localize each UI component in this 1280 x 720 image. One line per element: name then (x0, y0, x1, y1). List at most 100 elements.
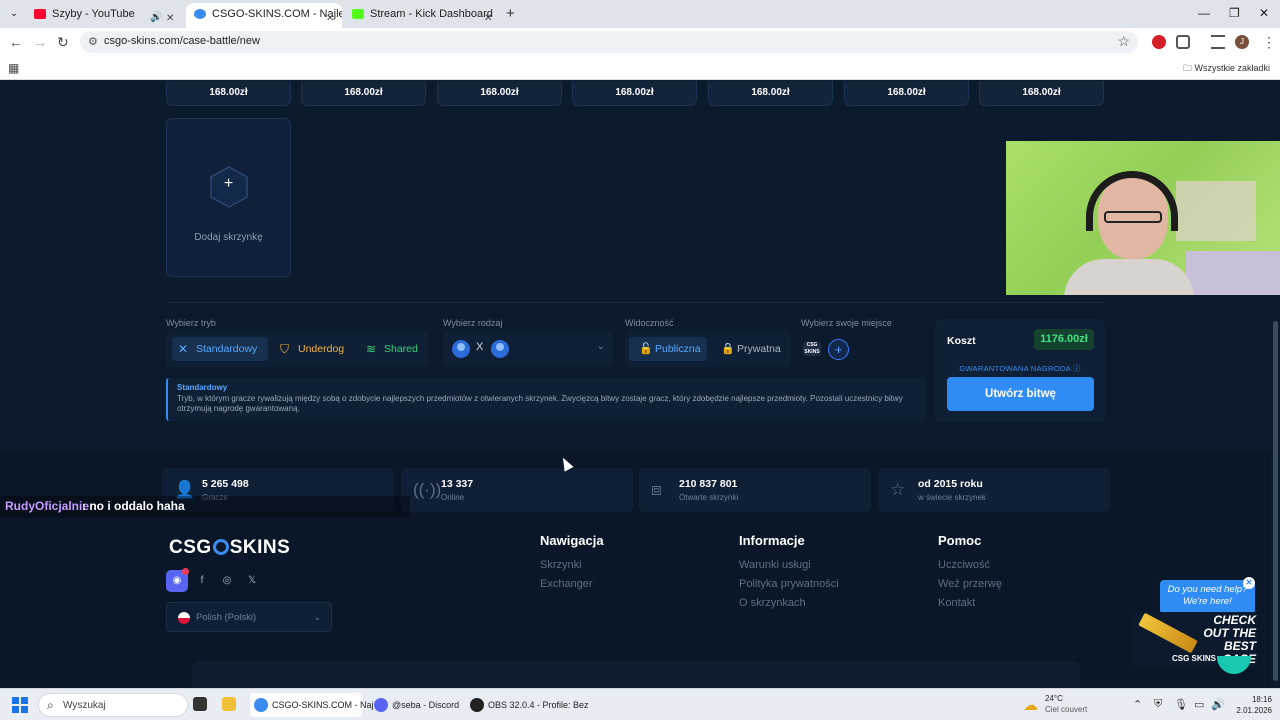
profile-avatar[interactable]: J (1235, 35, 1249, 49)
footer-link-contact[interactable]: Kontakt (938, 597, 975, 609)
stat-value: 210 837 801 (679, 478, 738, 490)
info-icon[interactable]: ⓘ (1073, 364, 1081, 373)
forward-arrow-icon[interactable]: → (33, 34, 47, 50)
mode-shared-button[interactable]: ≋ Shared (360, 337, 422, 361)
stat-online: ((·)) 13 337 Online (401, 468, 633, 512)
guaranteed-text: GWARANTOWANA NAGRODA (959, 364, 1071, 373)
help-chat-bubble[interactable]: Do you need help? We're here! (1160, 580, 1255, 614)
stat-label: Otwarte skrzynki (679, 493, 739, 502)
stat-value: 5 265 498 (202, 478, 249, 490)
reload-icon[interactable]: ↻ (57, 34, 69, 51)
case-price-tag: 168.00zł (437, 81, 562, 106)
promo-brand: CSG SKINS (1172, 654, 1217, 663)
taskbar-app-discord[interactable]: @seba - Discord (370, 693, 460, 717)
versus-icon: X (476, 341, 484, 353)
taskbar-app-browser[interactable]: CSGO-SKINS.COM - Naj (250, 693, 374, 717)
tray-chevron-up-icon[interactable]: ⌃ (1133, 698, 1142, 711)
facebook-icon[interactable]: f (191, 570, 213, 592)
speaker-icon[interactable]: 🔊 (150, 7, 162, 28)
create-battle-button[interactable]: Utwórz bitwę (947, 377, 1094, 411)
stat-value: 13 337 (441, 478, 474, 490)
new-tab-plus-icon[interactable]: + (506, 5, 515, 22)
taskbar-app-label: CSGO-SKINS.COM - Naj (272, 700, 374, 710)
clock-date: 2.01.2026 (1236, 706, 1272, 715)
case-price-tag: 168.00zł (844, 81, 969, 106)
webcam-overlay (1006, 141, 1280, 295)
footer-link-terms[interactable]: Warunki usługi (739, 559, 811, 571)
csgo-skins-logo[interactable]: CSG SKINS (169, 537, 290, 559)
minimize-icon[interactable]: — (1198, 6, 1210, 20)
tab-close-icon[interactable]: ✕ (484, 8, 492, 28)
bookmark-star-icon[interactable]: ☆ (1117, 33, 1130, 50)
taskbar-search[interactable]: ⌕ Wyszukaj (38, 693, 188, 717)
case-price-tag: 168.00zł (979, 81, 1104, 106)
battle-kind-dropdown[interactable]: X ⌄ (443, 331, 613, 367)
stat-label: Online (441, 493, 465, 502)
mode-section-label: Wybierz tryb (166, 318, 216, 328)
site-info-icon[interactable]: ⚙ (88, 35, 98, 48)
footer-link-skrzynki[interactable]: Skrzynki (540, 559, 582, 571)
browser-menu-icon[interactable]: ⋮ (1262, 34, 1276, 51)
url-text[interactable]: csgo-skins.com/case-battle/new (104, 35, 260, 47)
chat-username: RudyOficjalnie (5, 499, 90, 513)
logo-ring-icon (212, 539, 229, 555)
footer-link-exchanger[interactable]: Exchanger (540, 578, 593, 590)
footer-link-about-cases[interactable]: O skrzynkach (739, 597, 806, 609)
tab-kick-dashboard[interactable]: Stream - Kick Dashboard ✕ (344, 3, 496, 28)
guaranteed-reward-label[interactable]: GWARANTOWANA NAGRODA ⓘ (935, 363, 1105, 374)
taskbar-app-obs[interactable]: OBS 32.0.4 - Profile: Bez (466, 693, 589, 717)
player-icon (452, 340, 470, 358)
footer-link-fairness[interactable]: Uczciwość (938, 559, 990, 571)
tab-close-icon[interactable]: ✕ (166, 8, 174, 28)
tab-youtube[interactable]: Szyby - YouTube 🔊 ✕ (26, 3, 176, 28)
opera-extension-icon[interactable] (1152, 35, 1166, 49)
footer-link-privacy[interactable]: Polityka prywatności (739, 578, 839, 590)
help-close-icon[interactable]: ✕ (1243, 577, 1255, 589)
scrollbar-thumb[interactable] (1273, 321, 1278, 681)
visibility-private-button[interactable]: 🔒 Prywatna (711, 337, 787, 361)
x-twitter-icon[interactable]: 𝕏 (241, 570, 263, 592)
logo-text-left: CSG (169, 537, 212, 558)
security-tray-icon[interactable]: ⛨ (1154, 698, 1162, 711)
restore-icon[interactable]: ❐ (1229, 6, 1240, 20)
task-view-icon[interactable] (193, 697, 207, 711)
extensions-puzzle-icon[interactable] (1176, 35, 1190, 49)
stat-opened-cases: ⧈ 210 837 801 Otwarte skrzynki (639, 468, 871, 512)
notification-dot (182, 568, 189, 575)
volume-icon[interactable]: 🔊 (1211, 698, 1225, 711)
footer-heading-information: Informacje (739, 533, 805, 548)
windows-start-icon[interactable] (12, 697, 28, 713)
tab-close-icon[interactable]: ✕ (326, 8, 334, 28)
search-icon: ⌕ (47, 698, 54, 712)
taskbar-clock[interactable]: 18:16 2.01.2026 (1228, 694, 1272, 716)
case-price-tag: 168.00zł (572, 81, 697, 106)
footer-link-take-break[interactable]: Weź przerwę (938, 578, 1002, 590)
cloud-sun-icon: ☁ (1023, 697, 1038, 714)
back-arrow-icon[interactable]: ← (9, 34, 23, 50)
close-window-icon[interactable]: ✕ (1259, 6, 1269, 20)
language-select[interactable]: Polish (Polski) ⌄ (166, 602, 332, 632)
tab-title: CSGO-SKINS.COM - Najlepsze (212, 8, 342, 20)
cost-label: Koszt (947, 335, 976, 347)
case-price: 168.00zł (1022, 87, 1061, 98)
all-bookmarks-link[interactable]: 🗀 Wszystkie zakładki (1183, 61, 1270, 77)
add-case-card[interactable]: + Dodaj skrzynkę (166, 118, 291, 277)
media-queue-icon[interactable] (1211, 35, 1225, 49)
visibility-public-button[interactable]: 🔓 Publiczna (629, 337, 707, 361)
file-explorer-icon[interactable] (222, 697, 236, 711)
microphone-icon[interactable]: 🎙 (1174, 698, 1188, 711)
browser-toolbar: ← → ↻ ⚙ csgo-skins.com/case-battle/new ☆… (0, 28, 1280, 56)
add-seat-plus-button[interactable]: + (828, 339, 849, 360)
case-price-tag: 168.00zł (708, 81, 833, 106)
tab-csgo-skins[interactable]: CSGO-SKINS.COM - Najlepsze ✕ (186, 3, 342, 28)
mode-standard-button[interactable]: ✕ Standardowy (172, 337, 268, 361)
instagram-icon[interactable]: ◎ (216, 570, 238, 592)
network-icon[interactable]: ▭ (1194, 698, 1204, 711)
mode-underdog-button[interactable]: ⛉ Underdog (274, 337, 354, 361)
webcam-background-shelf (1176, 181, 1256, 241)
address-bar[interactable]: ⚙ csgo-skins.com/case-battle/new ☆ (80, 31, 1138, 53)
discord-icon (374, 698, 388, 712)
tab-list-chevron-icon[interactable]: ⌄ (6, 6, 22, 22)
apps-grid-icon[interactable]: ▦ (8, 61, 19, 75)
tab-title: Szyby - YouTube (52, 8, 135, 20)
